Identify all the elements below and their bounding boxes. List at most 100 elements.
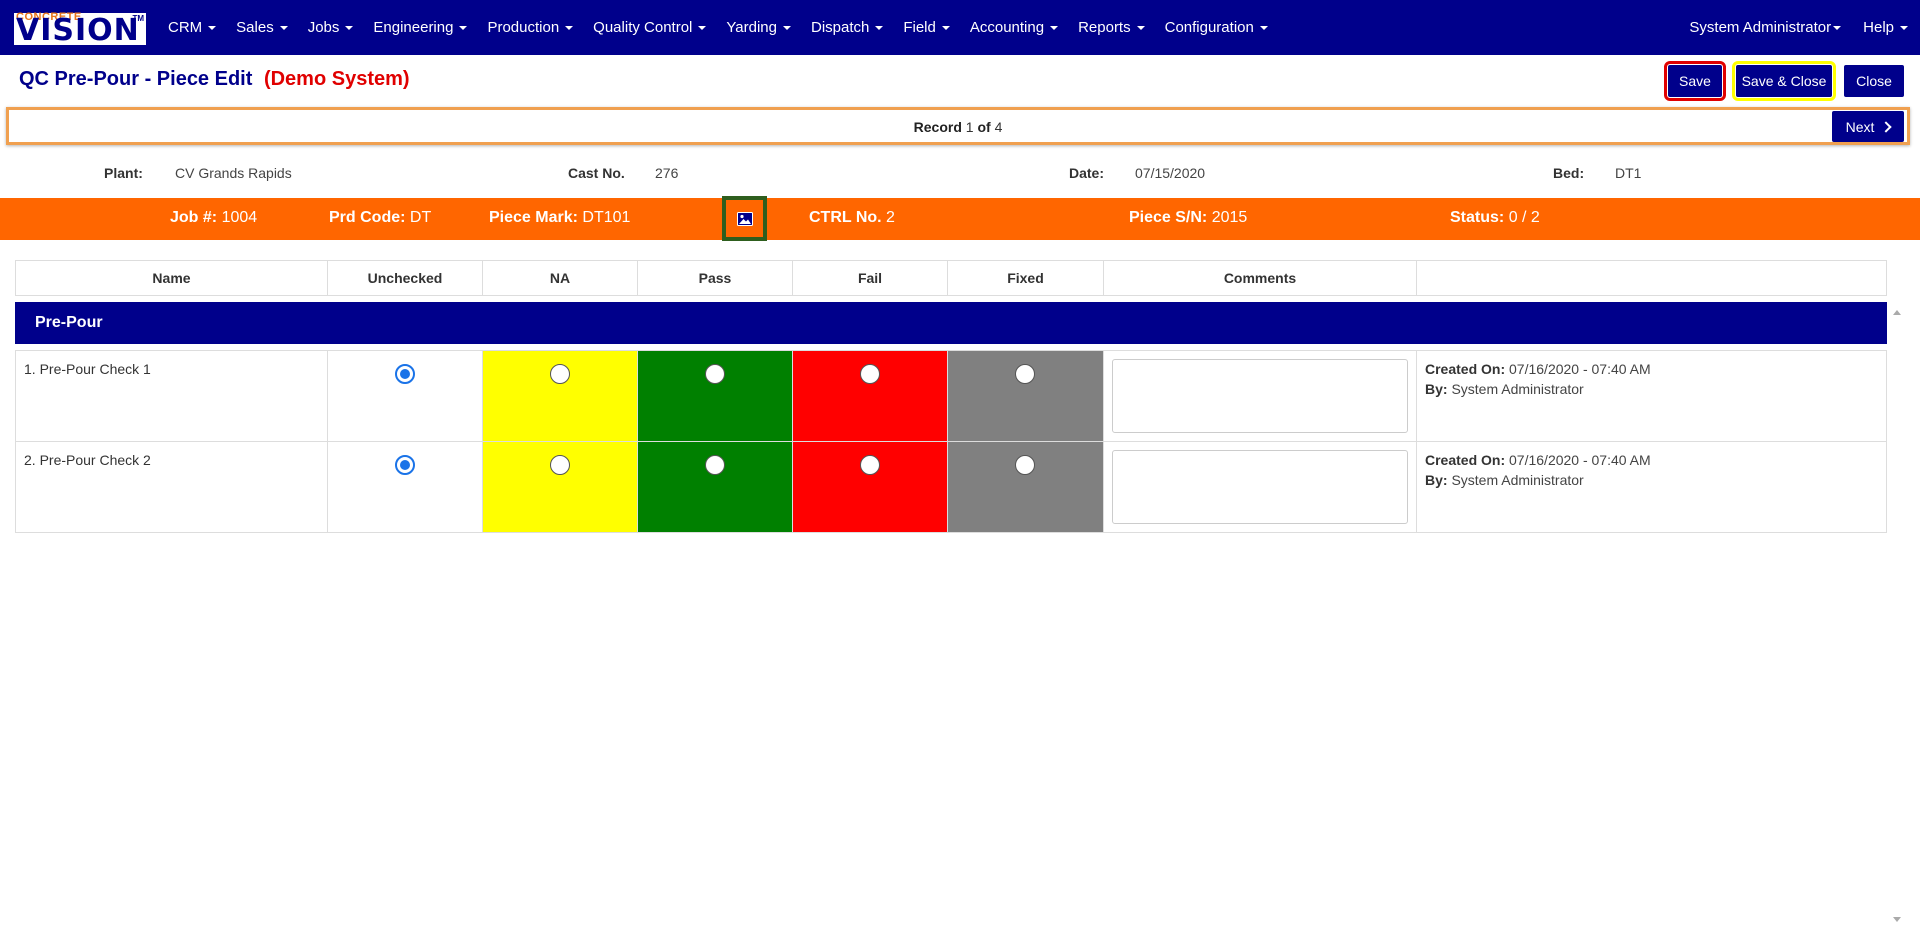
chevron-right-icon	[1880, 120, 1893, 133]
vertical-scrollbar[interactable]	[1890, 302, 1904, 922]
save-and-close-button[interactable]: Save & Close	[1732, 61, 1836, 101]
record-total: 4	[994, 119, 1003, 135]
bed-value: DT1	[1615, 165, 1642, 181]
nav-item-dispatch[interactable]: Dispatch	[811, 19, 884, 36]
nav-item-yarding[interactable]: Yarding	[726, 19, 791, 36]
prd-value: DT	[409, 209, 432, 226]
nav-item-reports[interactable]: Reports	[1078, 19, 1145, 36]
pass-cell	[637, 350, 793, 442]
fail-cell	[792, 441, 948, 533]
unchecked-cell	[327, 350, 483, 442]
na-cell	[482, 350, 638, 442]
nav-item-label: Jobs	[307, 19, 340, 36]
caret-down-icon	[345, 25, 354, 30]
column-header-pass: Pass	[637, 260, 793, 296]
audit-info: Created On: 07/16/2020 - 07:40 AM By: Sy…	[1425, 359, 1651, 399]
piece-image-button[interactable]	[722, 196, 767, 241]
concrete-vision-logo[interactable]: CONCRETE VISION TM	[14, 11, 146, 48]
caret-down-icon	[875, 25, 884, 30]
radio-unchecked[interactable]	[395, 455, 415, 475]
caret-down-icon	[565, 25, 574, 30]
created-on-value: 07/16/2020 - 07:40 AM	[1509, 452, 1651, 468]
nav-item-label: Field	[903, 19, 936, 36]
caret-down-icon	[1900, 25, 1908, 30]
radio-na[interactable]	[550, 455, 570, 475]
caret-down-icon	[208, 25, 217, 30]
help-menu[interactable]: Help	[1863, 19, 1908, 36]
radio-fixed[interactable]	[1015, 364, 1035, 384]
comments-cell	[1103, 441, 1417, 533]
record-counter: Record 1 of 4	[9, 119, 1907, 135]
comments-input[interactable]	[1112, 450, 1408, 524]
comments-input[interactable]	[1112, 359, 1408, 433]
column-header-name: Name	[15, 260, 328, 296]
page-title-text: QC Pre-Pour - Piece Edit	[19, 68, 253, 90]
date-label: Date:	[1069, 165, 1105, 181]
caret-down-icon	[782, 25, 791, 30]
created-on-label: Created On:	[1425, 452, 1506, 468]
section-header-pre-pour: Pre-Pour	[15, 302, 1887, 344]
product-code: Prd Code: DT	[329, 209, 431, 227]
caret-down-icon	[698, 25, 707, 30]
caret-down-icon	[941, 25, 950, 30]
demo-system-label: (Demo System)	[263, 68, 410, 90]
status-label: Status:	[1450, 209, 1505, 226]
user-menu[interactable]: System Administrator	[1689, 19, 1842, 36]
pass-cell	[637, 441, 793, 533]
nav-item-crm[interactable]: CRM	[168, 19, 217, 36]
piece-mark-label: Piece Mark:	[489, 209, 578, 226]
image-icon	[736, 211, 753, 226]
radio-pass[interactable]	[705, 455, 725, 475]
top-navbar: CONCRETE VISION TM CRM Sales Jobs Engine…	[0, 0, 1920, 55]
radio-pass[interactable]	[705, 364, 725, 384]
nav-item-quality-control[interactable]: Quality Control	[593, 19, 707, 36]
scroll-down-arrow-icon[interactable]	[1893, 917, 1901, 922]
user-menu-label: System Administrator	[1689, 19, 1832, 36]
column-header-comments: Comments	[1103, 260, 1417, 296]
unchecked-cell	[327, 441, 483, 533]
created-by-label: By:	[1425, 472, 1448, 488]
nav-item-configuration[interactable]: Configuration	[1165, 19, 1268, 36]
caret-down-icon	[459, 25, 468, 30]
comments-cell	[1103, 350, 1417, 442]
nav-item-label: Accounting	[969, 19, 1045, 36]
nav-item-label: Production	[487, 19, 560, 36]
column-header-unchecked: Unchecked	[327, 260, 483, 296]
cast-no-label: Cast No.	[568, 165, 625, 181]
logo-big-text: VISION	[16, 13, 140, 48]
help-menu-label: Help	[1863, 19, 1894, 36]
fixed-cell	[947, 350, 1104, 442]
piece-summary-bar: Job #: 1004 Prd Code: DT Piece Mark: DT1…	[0, 198, 1920, 240]
radio-fixed[interactable]	[1015, 455, 1035, 475]
save-button[interactable]: Save	[1664, 61, 1726, 101]
nav-item-field[interactable]: Field	[903, 19, 950, 36]
next-record-button[interactable]: Next	[1832, 111, 1904, 142]
status-value: 0 / 2	[1508, 209, 1540, 226]
column-header-na: NA	[482, 260, 638, 296]
record-label: Record	[913, 119, 962, 135]
radio-na[interactable]	[550, 364, 570, 384]
radio-fail[interactable]	[860, 364, 880, 384]
date-value: 07/15/2020	[1135, 165, 1206, 181]
nav-item-label: Reports	[1078, 19, 1131, 36]
radio-fail[interactable]	[860, 455, 880, 475]
page-title: QC Pre-Pour - Piece Edit (Demo System)	[19, 68, 410, 91]
fail-cell	[792, 350, 948, 442]
piece-mark-value: DT101	[582, 209, 631, 226]
radio-unchecked[interactable]	[395, 364, 415, 384]
nav-item-accounting[interactable]: Accounting	[969, 19, 1059, 36]
record-of-label: of	[977, 119, 991, 135]
nav-item-jobs[interactable]: Jobs	[308, 19, 354, 36]
nav-item-production[interactable]: Production	[487, 19, 574, 36]
close-button[interactable]: Close	[1844, 65, 1904, 97]
table-row-name: 2. Pre-Pour Check 2	[15, 441, 328, 533]
caret-down-icon	[1050, 25, 1059, 30]
column-header-meta	[1416, 260, 1887, 296]
cast-no-value: 276	[655, 165, 679, 181]
bed-label: Bed:	[1553, 165, 1585, 181]
nav-item-sales[interactable]: Sales	[236, 19, 288, 36]
column-header-fail: Fail	[792, 260, 948, 296]
scroll-up-arrow-icon[interactable]	[1893, 310, 1901, 315]
audit-cell: Created On: 07/16/2020 - 07:40 AM By: Sy…	[1416, 350, 1887, 442]
nav-item-engineering[interactable]: Engineering	[373, 19, 468, 36]
